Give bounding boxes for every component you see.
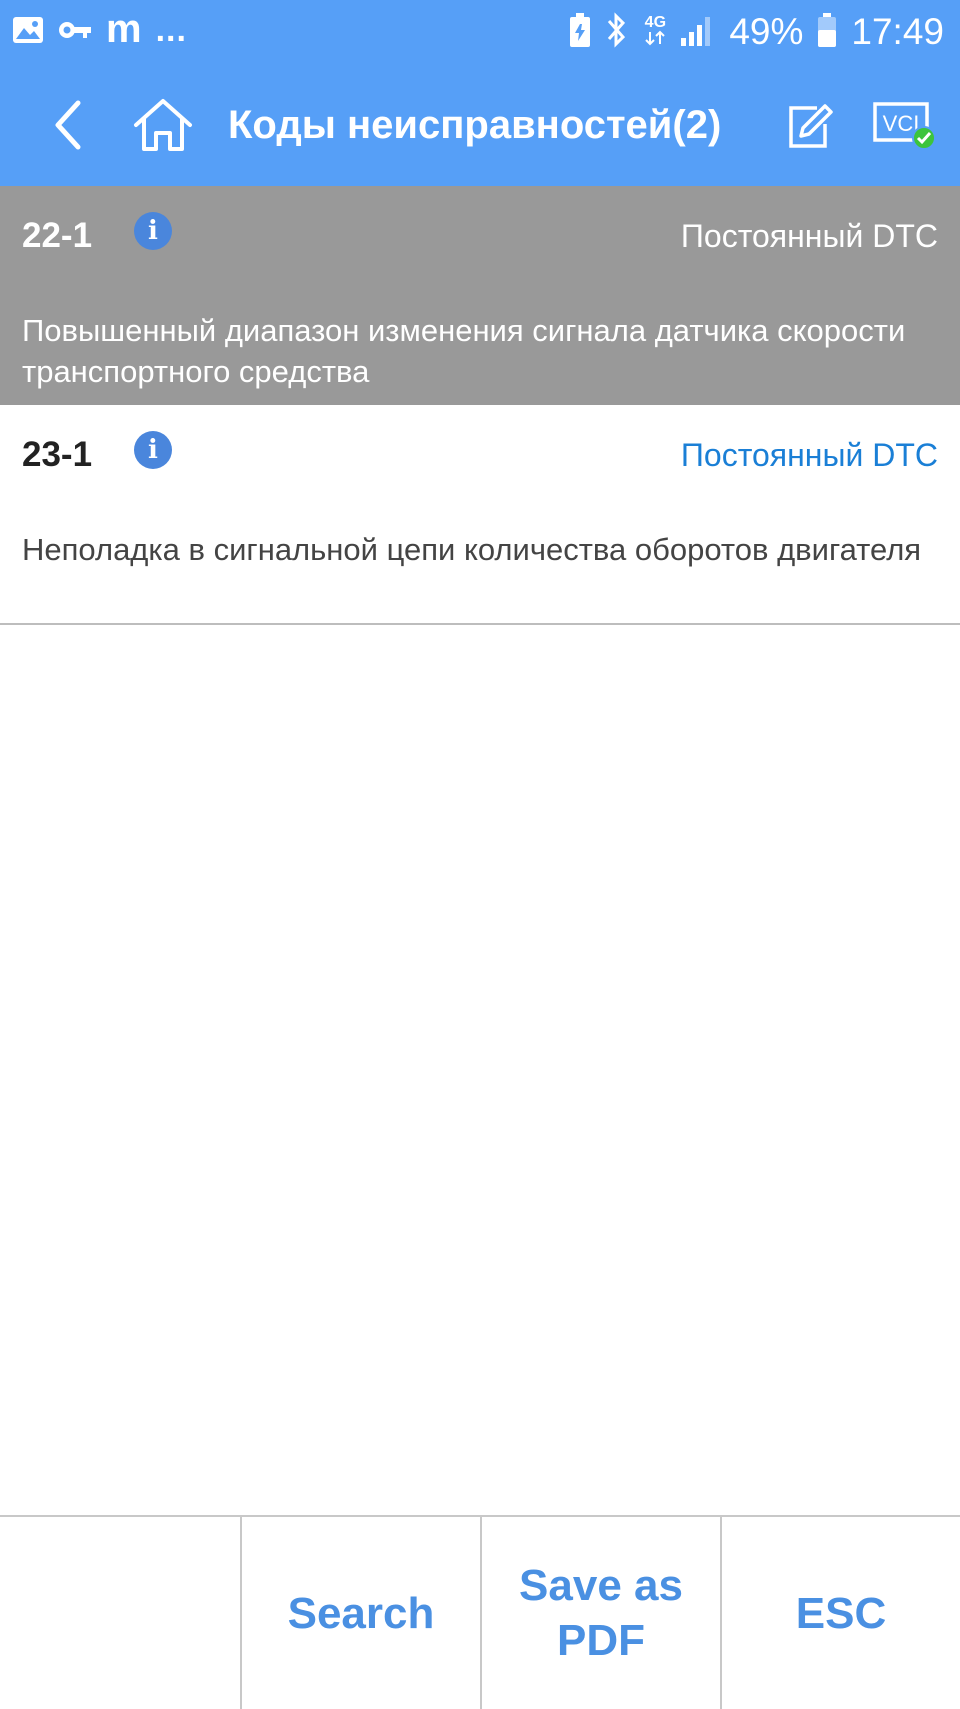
home-icon	[134, 99, 192, 151]
back-button[interactable]	[40, 90, 96, 160]
dtc-description: Неполадка в сигнальной цепи количества о…	[22, 532, 922, 567]
key-icon	[58, 20, 92, 45]
signal-strength-icon	[681, 14, 715, 51]
battery-saver-icon	[569, 12, 591, 52]
list-divider	[0, 623, 960, 625]
toolbar: Коды неисправностей(2) VCI	[0, 64, 960, 186]
status-bar: m ... 4G 49% 17:49	[0, 0, 960, 64]
dtc-code: 22-1	[22, 216, 93, 255]
battery-icon	[817, 12, 837, 52]
dtc-status: Постоянный DTC	[680, 437, 938, 473]
edit-icon	[789, 104, 833, 148]
page-title: Коды неисправностей(2)	[228, 103, 722, 147]
network-4g-icon: 4G	[643, 14, 667, 49]
image-notification-icon	[12, 16, 44, 49]
info-icon[interactable]: i	[134, 212, 172, 250]
vci-connected-icon: VCI	[873, 102, 936, 150]
battery-percent: 49%	[729, 11, 804, 52]
dtc-code: 23-1	[22, 435, 93, 474]
dtc-description: Повышенный диапазон изменения сигнала да…	[22, 313, 906, 389]
dtc-row[interactable]: 23-1 i Постоянный DTC Неполадка в сигнал…	[0, 405, 960, 624]
save-as-pdf-button[interactable]: Save as PDF	[482, 1517, 720, 1709]
bottom-action-bar: Search Save as PDF ESC	[0, 1515, 960, 1709]
dtc-status: Постоянный DTC	[680, 218, 938, 254]
dtc-row[interactable]: 22-1 i Постоянный DTC Повышенный диапазо…	[0, 186, 960, 405]
more-notifications: ...	[155, 10, 187, 49]
empty-action-slot	[0, 1517, 240, 1709]
status-bar-notifications: m ...	[12, 7, 187, 54]
clock: 17:49	[851, 11, 944, 52]
chevron-left-icon	[55, 100, 81, 150]
edit-report-button[interactable]	[782, 98, 838, 154]
bluetooth-icon	[605, 11, 629, 53]
home-button[interactable]	[130, 92, 196, 158]
esc-button[interactable]: ESC	[722, 1517, 960, 1709]
status-bar-system: 4G 49% 17:49	[569, 10, 944, 54]
info-icon[interactable]: i	[134, 431, 172, 469]
vci-connection-button[interactable]: VCI	[870, 98, 940, 154]
search-button[interactable]: Search	[242, 1517, 480, 1709]
app-notification-m: m	[106, 7, 142, 51]
